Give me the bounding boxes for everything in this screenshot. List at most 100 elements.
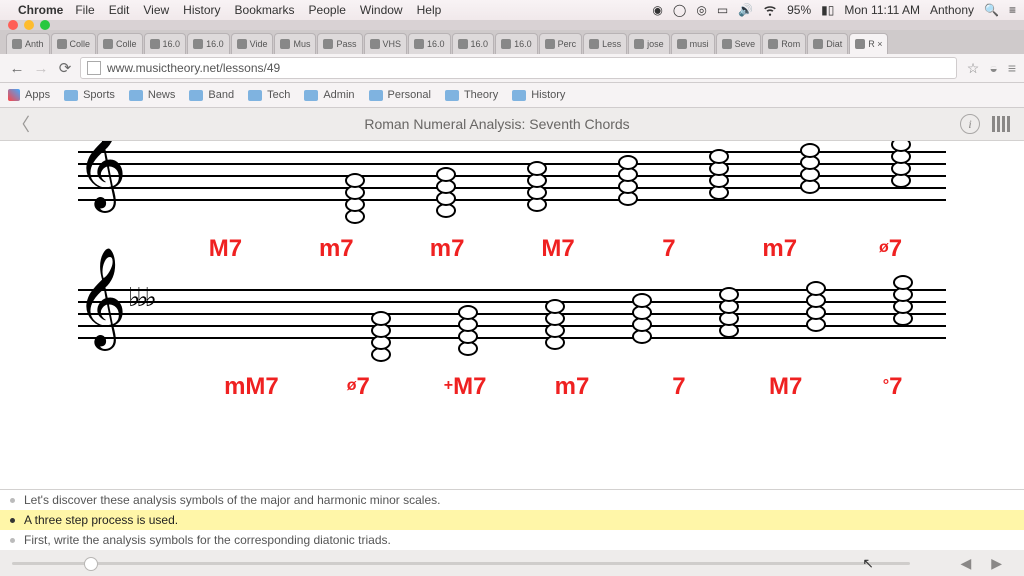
browser-tab[interactable]: Rom (762, 33, 806, 54)
address-bar[interactable]: www.musictheory.net/lessons/49 (80, 57, 957, 79)
bookmark-folder[interactable]: History (512, 89, 565, 101)
bookmark-folder[interactable]: Personal (369, 89, 431, 101)
bookmark-star-icon[interactable]: ☆ (967, 60, 980, 77)
chord (772, 289, 859, 341)
browser-tab[interactable]: 16.0 (452, 33, 495, 54)
bookmark-folder[interactable]: Tech (248, 89, 290, 101)
menu-people[interactable]: People (309, 3, 346, 17)
menu-edit[interactable]: Edit (109, 3, 130, 17)
browser-tab[interactable]: Seve (716, 33, 762, 54)
browser-tab[interactable]: VHS (364, 33, 408, 54)
browser-tab[interactable]: jose (628, 33, 670, 54)
progress-track[interactable] (12, 562, 910, 565)
profile-icon[interactable]: ◒ (989, 60, 997, 76)
app-name[interactable]: Chrome (18, 3, 63, 17)
chord (764, 151, 855, 203)
status-icon[interactable]: ◉ (652, 3, 662, 17)
zoom-window-button[interactable] (40, 20, 50, 30)
volume-icon[interactable]: 🔊 (738, 3, 753, 17)
chord-quality-label: mM7 (198, 373, 305, 401)
display-icon[interactable]: ▭ (717, 3, 728, 17)
battery-icon[interactable]: ▮▯ (821, 3, 834, 17)
browser-tab[interactable]: 16.0 (187, 33, 230, 54)
status-icon[interactable]: ◎ (696, 3, 706, 17)
transcript-line[interactable]: Let's discover these analysis symbols of… (0, 490, 1024, 510)
browser-tab[interactable]: 16.0 (408, 33, 451, 54)
browser-tab[interactable]: Vide (231, 33, 274, 54)
lesson-transcript: Let's discover these analysis symbols of… (0, 490, 1024, 550)
browser-window: AnthColleColle16.016.0VideMusPassVHS16.0… (0, 20, 1024, 108)
lesson-back-button[interactable]: 〈 (12, 111, 34, 137)
chord-quality-label: °7 (839, 373, 946, 401)
playback-controls: ◀ ▶ ↖ (0, 550, 1024, 576)
piano-button[interactable] (992, 116, 1012, 132)
chord-quality-label: 7 (613, 235, 724, 263)
window-titlebar (0, 20, 1024, 30)
chord-quality-label: m7 (392, 235, 503, 263)
user-name[interactable]: Anthony (930, 3, 974, 17)
progress-thumb[interactable] (84, 557, 98, 571)
stave-minor: 𝄞 ♭♭♭ (78, 289, 946, 341)
clock[interactable]: Mon 11:11 AM (844, 3, 920, 17)
back-button[interactable]: ← (8, 60, 26, 77)
transcript-line[interactable]: A three step process is used. (0, 510, 1024, 530)
stave-major: 𝄞 (78, 151, 946, 203)
toolbar: ← → ⟳ www.musictheory.net/lessons/49 ☆ ◒… (0, 54, 1024, 83)
chord (512, 289, 599, 341)
battery-pct[interactable]: 95% (787, 3, 811, 17)
browser-tab[interactable]: Colle (51, 33, 97, 54)
lesson-content: 𝄞 M7m7m7M77m7ø7 𝄞 ♭♭♭ mM7ø7+M7m77M7°7 (0, 141, 1024, 505)
minimize-window-button[interactable] (24, 20, 34, 30)
menu-help[interactable]: Help (417, 3, 442, 17)
forward-button[interactable]: → (32, 60, 50, 77)
bookmark-folder[interactable]: News (129, 89, 176, 101)
menu-file[interactable]: File (75, 3, 94, 17)
chord (673, 151, 764, 203)
bookmark-folder[interactable]: Sports (64, 89, 115, 101)
chord-quality-label: M7 (170, 235, 281, 263)
browser-tab[interactable]: Mus (274, 33, 316, 54)
info-button[interactable]: i (960, 114, 980, 134)
chord (425, 289, 512, 341)
browser-tab[interactable]: 16.0 (144, 33, 187, 54)
url-text: www.musictheory.net/lessons/49 (107, 61, 280, 75)
chord-labels-row-1: M7m7m7M77m7ø7 (170, 235, 946, 263)
chord-quality-label: ø7 (305, 373, 412, 401)
browser-tab[interactable]: Pass (317, 33, 362, 54)
bookmark-folder[interactable]: Admin (304, 89, 354, 101)
menu-extra-icon[interactable]: ≡ (1009, 3, 1016, 17)
wifi-icon[interactable] (763, 3, 777, 17)
chord (401, 151, 492, 203)
browser-tab[interactable]: 16.0 (495, 33, 538, 54)
browser-tab[interactable]: Perc (539, 33, 583, 54)
chord (599, 289, 686, 341)
status-icon[interactable]: ◯ (673, 3, 686, 17)
key-signature: ♭♭♭ (128, 283, 153, 313)
browser-tab[interactable]: Less (583, 33, 627, 54)
bookmark-folder[interactable]: Band (189, 89, 234, 101)
browser-tab[interactable]: Anth (6, 33, 50, 54)
apps-shortcut[interactable]: Apps (8, 89, 50, 101)
menu-view[interactable]: View (143, 3, 169, 17)
spotlight-icon[interactable]: 🔍 (984, 3, 999, 17)
close-window-button[interactable] (8, 20, 18, 30)
bookmark-folder[interactable]: Theory (445, 89, 498, 101)
chrome-menu-icon[interactable]: ≡ (1008, 60, 1016, 76)
prev-button[interactable]: ◀ (960, 555, 971, 572)
transcript-line[interactable]: First, write the analysis symbols for th… (0, 530, 1024, 550)
browser-tab[interactable]: musi (671, 33, 715, 54)
menu-window[interactable]: Window (360, 3, 403, 17)
chord-quality-label: M7 (503, 235, 614, 263)
browser-tab[interactable]: Diat (807, 33, 848, 54)
lesson-header: 〈 Roman Numeral Analysis: Seventh Chords… (0, 108, 1024, 141)
menu-history[interactable]: History (183, 3, 220, 17)
chord (855, 151, 946, 203)
browser-tab[interactable]: Colle (97, 33, 143, 54)
browser-tab[interactable]: R × (849, 33, 888, 54)
reload-button[interactable]: ⟳ (56, 59, 74, 77)
next-button[interactable]: ▶ (991, 555, 1002, 572)
menu-bookmarks[interactable]: Bookmarks (235, 3, 295, 17)
lesson-footer: Let's discover these analysis symbols of… (0, 489, 1024, 576)
chord (685, 289, 772, 341)
chord-quality-label: 7 (625, 373, 732, 401)
